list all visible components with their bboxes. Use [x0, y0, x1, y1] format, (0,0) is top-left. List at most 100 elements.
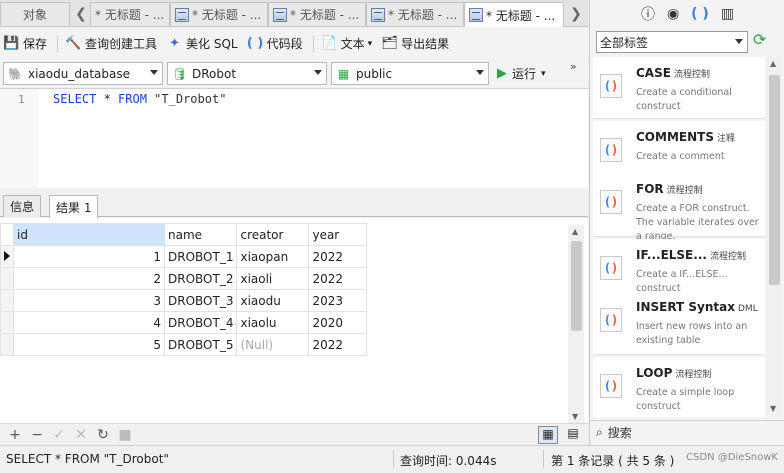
row-header[interactable] [0, 267, 14, 290]
cell-id[interactable]: 3 [13, 289, 165, 312]
cell-name[interactable]: DROBOT_5 [163, 333, 238, 356]
refresh-icon[interactable]: ↻ [92, 427, 114, 443]
refresh-snippets-icon[interactable]: ⟳ [753, 30, 773, 52]
form-view-icon[interactable]: ▤ [563, 426, 583, 444]
chevron-down-icon [476, 70, 484, 75]
cell-creator[interactable]: (Null) [236, 333, 310, 356]
more-toolbar-icon[interactable]: » [570, 60, 577, 73]
cell-id[interactable]: 4 [13, 311, 165, 334]
sql-text[interactable]: SELECT * FROM "T_Drobot" [53, 92, 226, 106]
save-button[interactable]: 💾 保存 [3, 35, 47, 52]
snippet-item[interactable]: () CASE 流程控制 Create a conditional constru… [593, 57, 765, 119]
query-builder-button[interactable]: 🔨 查询创建工具 [65, 35, 157, 52]
column-header-id[interactable]: id [13, 223, 165, 246]
tab-info[interactable]: 信息 [3, 195, 42, 217]
cell-creator[interactable]: xiaolu [236, 311, 310, 334]
row-header[interactable] [0, 333, 14, 356]
code-snippet-button[interactable]: ( ) 代码段 [246, 35, 303, 52]
grid-scrollbar[interactable]: ▲ ▼ [568, 225, 584, 423]
snippet-title: INSERT Syntax DML [636, 300, 758, 314]
tab-untitled-2[interactable]: * 无标题 - ... [170, 2, 268, 26]
snippet-icon: () [600, 138, 622, 162]
tab-result-1[interactable]: 结果 1 [49, 195, 99, 218]
cell-creator[interactable]: xiaoli [236, 267, 310, 290]
cell-creator[interactable]: xiaopan [236, 245, 310, 268]
parentheses-icon[interactable]: ( ) [691, 6, 709, 22]
chevron-down-icon: ▾ [541, 68, 546, 79]
tab-untitled-1[interactable]: * 无标题 - ... [90, 2, 170, 26]
add-row-icon[interactable]: + [4, 427, 26, 443]
grid-view-icon[interactable]: ▦ [538, 426, 558, 444]
chevron-left-icon[interactable]: ❮ [72, 2, 90, 26]
chevron-right-icon[interactable]: ❯ [567, 2, 585, 26]
snippet-scrollbar[interactable]: ▲ ▼ [767, 57, 782, 415]
scrollbar-thumb[interactable] [571, 241, 582, 331]
scroll-up-icon[interactable]: ▲ [572, 227, 578, 236]
cell-year[interactable]: 2020 [308, 311, 368, 334]
discard-changes-icon[interactable]: ✕ [70, 427, 92, 443]
table-row[interactable]: 2 DROBOT_2 xiaoli 2022 [0, 267, 368, 290]
table-row[interactable]: 3 DROBOT_3 xiaodu 2023 [0, 289, 368, 312]
table-row[interactable]: 4 DROBOT_4 xiaolu 2020 [0, 311, 368, 334]
result-grid[interactable]: id name creator year 1 DROBOT_1 xiaopan … [0, 218, 588, 423]
snippet-list: () CASE 流程控制 Create a conditional constru… [593, 57, 765, 417]
column-header-creator[interactable]: creator [236, 223, 310, 246]
tab-untitled-5[interactable]: * 无标题 - ... [464, 2, 564, 27]
cell-name[interactable]: DROBOT_4 [163, 311, 238, 334]
cell-creator[interactable]: xiaodu [236, 289, 310, 312]
scroll-down-icon[interactable]: ▼ [572, 412, 578, 421]
sql-editor[interactable]: 1 SELECT * FROM "T_Drobot" [0, 88, 588, 188]
cell-name[interactable]: DROBOT_1 [163, 245, 238, 268]
editor-tab-bar: 对象 ❮ * 无标题 - ... * 无标题 - ... * 无标题 - ...… [0, 0, 588, 27]
snippet-title: IF...ELSE... 流程控制 [636, 248, 746, 262]
parentheses-icon: ( ) [246, 36, 264, 51]
export-result-button[interactable]: 🗂 导出结果 [381, 35, 449, 52]
tab-untitled-4[interactable]: * 无标题 - ... [366, 2, 464, 26]
snippet-item[interactable]: () LOOP 流程控制 Create a simple loop constru… [593, 357, 765, 417]
snippet-search[interactable]: ⌕ 搜索 [590, 420, 784, 444]
stop-icon[interactable]: ■ [114, 427, 136, 443]
connection-select[interactable]: 🐘 xiaodu_database [3, 62, 163, 85]
row-header[interactable] [0, 289, 14, 312]
database-select[interactable]: 🛢 DRobot [167, 62, 327, 85]
delete-row-icon[interactable]: − [26, 427, 48, 443]
row-header[interactable] [0, 245, 14, 268]
cell-year[interactable]: 2023 [308, 289, 368, 312]
column-header-name[interactable]: name [163, 223, 238, 246]
schema-select[interactable]: ▦ public [331, 62, 489, 85]
cell-name[interactable]: DROBOT_2 [163, 267, 238, 290]
scrollbar-thumb[interactable] [769, 75, 780, 285]
cell-id[interactable]: 1 [13, 245, 165, 268]
cell-name[interactable]: DROBOT_3 [163, 289, 238, 312]
info-icon[interactable]: ⓘ [641, 4, 655, 24]
result-tabs: 信息 结果 1 [0, 192, 588, 218]
run-button[interactable]: ▶ 运行 ▾ [497, 65, 546, 82]
table-header-row: id name creator year [0, 223, 368, 246]
column-header-year[interactable]: year [308, 223, 368, 246]
sql-keyword: FROM [118, 92, 147, 106]
tab-untitled-3[interactable]: * 无标题 - ... [268, 2, 366, 26]
table-row[interactable]: 1 DROBOT_1 xiaopan 2022 [0, 245, 368, 268]
row-header[interactable] [0, 311, 14, 334]
cell-id[interactable]: 5 [13, 333, 165, 356]
play-icon: ▶ [497, 66, 507, 81]
snippet-item[interactable]: () INSERT Syntax DML Insert new rows into… [593, 291, 765, 355]
cell-id[interactable]: 2 [13, 267, 165, 290]
cell-year[interactable]: 2022 [308, 267, 368, 290]
eye-icon[interactable]: ◉ [667, 6, 679, 22]
apply-changes-icon[interactable]: ✓ [48, 427, 70, 443]
text-mode-button[interactable]: 📄 文本 ▾ [321, 35, 372, 52]
table-row[interactable]: 5 DROBOT_5 (Null) 2022 [0, 333, 368, 356]
scroll-down-icon[interactable]: ▼ [770, 404, 776, 413]
scroll-up-icon[interactable]: ▲ [770, 59, 776, 68]
tab-objects[interactable]: 对象 [0, 2, 70, 26]
beautify-sql-button[interactable]: ✦ 美化 SQL [167, 35, 238, 52]
sql-keyword: SELECT [53, 92, 97, 106]
sql-identifier: "T_Drobot" [146, 92, 227, 106]
cell-year[interactable]: 2022 [308, 245, 368, 268]
cell-year[interactable]: 2022 [308, 333, 368, 356]
snippet-item[interactable]: () FOR 流程控制 Create a FOR construct. The v… [593, 173, 765, 242]
snippet-title: FOR 流程控制 [636, 182, 703, 196]
layout-icon[interactable]: ▥ [721, 6, 734, 22]
tag-filter-select[interactable]: 全部标签 [596, 31, 748, 53]
